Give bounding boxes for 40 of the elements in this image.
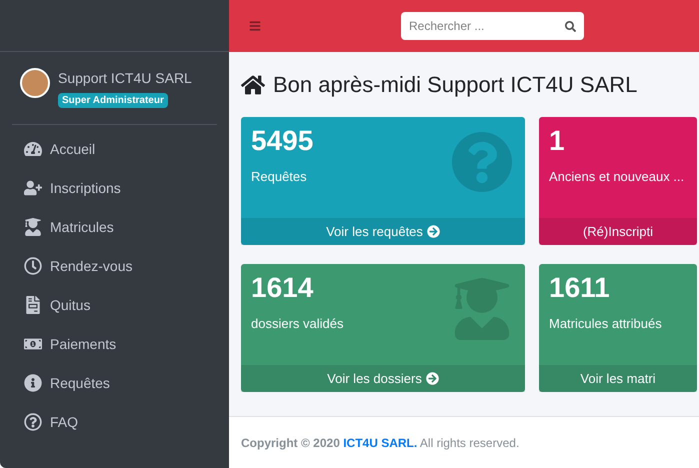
stat-value: 5495 bbox=[251, 127, 314, 155]
clock-icon bbox=[24, 257, 42, 275]
home-icon bbox=[241, 72, 265, 96]
sidebar-item[interactable]: Requêtes bbox=[24, 371, 205, 395]
graduate-icon bbox=[24, 218, 42, 236]
card-footer-link[interactable]: Voir les requêtes bbox=[241, 218, 525, 245]
sidebar-item[interactable]: FAQ bbox=[24, 410, 205, 434]
sidebar-item[interactable]: Paiements bbox=[24, 332, 205, 356]
sidebar-item[interactable]: Rendez-vous bbox=[24, 254, 205, 278]
search-button[interactable] bbox=[556, 12, 584, 40]
sidebar-item[interactable]: Accueil bbox=[24, 137, 205, 161]
card-footer-link[interactable]: Voir les matri bbox=[539, 365, 697, 392]
card-footer-link[interactable]: Voir les dossiers bbox=[241, 365, 525, 392]
role-badge: Super Administrateur bbox=[58, 93, 168, 108]
stat-label: dossiers validés bbox=[251, 315, 344, 333]
page-title: Bon après-midi Support ICT4U SARL bbox=[241, 68, 687, 101]
stat-label: Matricules attribués bbox=[549, 315, 663, 333]
sidebar-item[interactable]: Inscriptions bbox=[24, 176, 205, 200]
document-icon bbox=[24, 296, 42, 314]
stat-label: Anciens et nouveaux ... bbox=[549, 168, 686, 186]
arrow-right-icon bbox=[426, 372, 439, 385]
stat-value: 1611 bbox=[549, 274, 611, 302]
info-icon bbox=[24, 374, 42, 392]
card-footer-link[interactable]: (Ré)Inscripti bbox=[539, 218, 697, 245]
copyright-text: Copyright © 2020 ICT4U SARL. All rights reserved. bbox=[241, 434, 520, 452]
user-name[interactable]: Support ICT4U SARL bbox=[58, 68, 192, 89]
question-icon bbox=[451, 131, 513, 193]
sidebar-item[interactable]: Matricules bbox=[24, 215, 205, 239]
user-plus-icon bbox=[24, 179, 42, 197]
search-icon bbox=[564, 20, 576, 32]
arrow-right-icon bbox=[426, 225, 440, 238]
search-field[interactable]: Rechercher ... bbox=[401, 12, 556, 40]
avatar bbox=[20, 68, 50, 98]
stat-value: 1614 bbox=[251, 274, 314, 302]
company-link[interactable]: ICT4U SARL. bbox=[343, 436, 418, 450]
question-icon bbox=[24, 413, 42, 431]
stat-label: Requêtes bbox=[251, 168, 308, 186]
sidebar-item[interactable]: Quitus bbox=[24, 293, 205, 317]
gauge-icon bbox=[24, 140, 42, 158]
stat-value: 1 bbox=[549, 127, 566, 155]
